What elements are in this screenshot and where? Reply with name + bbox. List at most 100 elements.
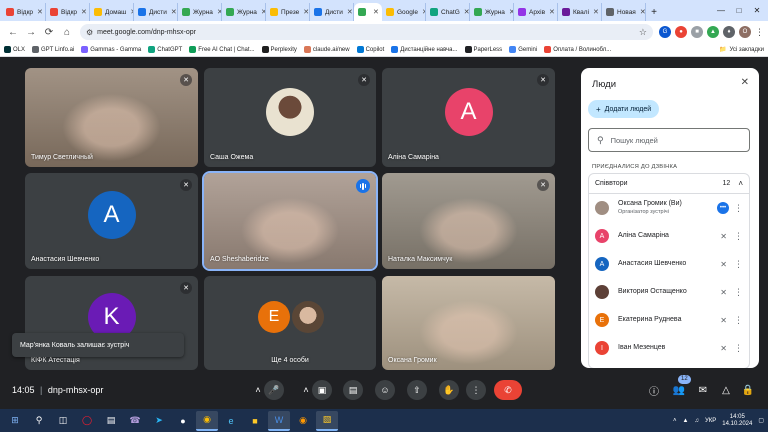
browser-tab[interactable]: Квалі ✕: [558, 3, 602, 21]
extension-icon[interactable]: ■: [691, 26, 703, 38]
language-indicator[interactable]: УКР: [705, 418, 716, 424]
more-options-button[interactable]: ⋮: [466, 380, 486, 400]
more-vert-icon[interactable]: ⋮: [734, 203, 743, 214]
host-controls-icon[interactable]: 🔒: [741, 383, 755, 397]
app-icon[interactable]: ●: [172, 411, 194, 431]
site-info-icon[interactable]: ⚙: [86, 28, 93, 37]
browser-tab[interactable]: Google✕: [382, 3, 426, 21]
bookmark-item[interactable]: GPT Linfo.ai: [32, 46, 74, 53]
notifications-icon[interactable]: ▢: [758, 417, 764, 424]
mic-off-icon[interactable]: ✕: [720, 288, 727, 297]
participant-tile[interactable]: Оксана Громик: [382, 276, 555, 370]
tray-arrow-icon[interactable]: ˄: [673, 418, 677, 424]
people-icon[interactable]: 👥: [672, 383, 686, 397]
browser-tab[interactable]: ChatG ✕: [426, 3, 470, 21]
close-icon[interactable]: ✕: [640, 8, 645, 16]
participant-tile[interactable]: E Ще 4 особи: [204, 276, 376, 370]
participants-group-header[interactable]: Співвтори 12 ˄: [589, 174, 749, 194]
raise-hand-button[interactable]: ✋: [439, 380, 459, 400]
notepad-icon[interactable]: ▤: [100, 411, 122, 431]
microphone-button[interactable]: 🎤: [264, 380, 284, 400]
close-icon[interactable]: ✕: [303, 8, 309, 16]
opera-icon[interactable]: ◯: [76, 411, 98, 431]
maximize-icon[interactable]: □: [730, 3, 748, 17]
people-search-input[interactable]: ⚲ Пошук людей: [588, 128, 750, 152]
browser-tab[interactable]: Дисти ✕: [310, 3, 354, 21]
participant-tile[interactable]: ✕ Наталка Максимчук: [382, 173, 555, 269]
file-explorer-icon[interactable]: ▧: [316, 410, 338, 431]
bookmark-item[interactable]: ChatGPT: [148, 46, 182, 53]
bookmark-item[interactable]: Gemini: [509, 46, 537, 53]
browser-tab[interactable]: Домаш✕: [90, 3, 134, 21]
close-icon[interactable]: ✕: [373, 8, 379, 16]
meeting-details-icon[interactable]: ⓘ: [647, 383, 661, 398]
participant-row[interactable]: Оксана Громик (Ви) Організатор зустрічі ••…: [589, 194, 749, 222]
close-icon[interactable]: ✕: [549, 8, 555, 16]
reactions-button[interactable]: ☺: [375, 380, 395, 400]
forward-arrow-icon[interactable]: →: [22, 23, 40, 41]
participant-tile[interactable]: ✕ Тимур Светличный: [25, 68, 198, 167]
participant-tile[interactable]: A ✕ Аліна Самаріна: [382, 68, 555, 167]
minimize-icon[interactable]: —: [712, 3, 730, 17]
more-vert-icon[interactable]: ⋮: [734, 343, 743, 354]
edge-icon[interactable]: e: [220, 411, 242, 431]
browser-tab[interactable]: Новая ✕: [602, 3, 646, 21]
word-icon[interactable]: W: [268, 410, 290, 431]
more-vert-icon[interactable]: ⋮: [734, 231, 743, 242]
browser-tab[interactable]: Дисти ✕: [134, 3, 178, 21]
add-people-button[interactable]: + Додати людей: [588, 100, 660, 118]
leave-call-button[interactable]: ✆: [494, 380, 522, 400]
profile-avatar[interactable]: O: [739, 26, 751, 38]
close-icon[interactable]: ✕: [171, 8, 177, 16]
more-vert-icon[interactable]: ⋮: [734, 287, 743, 298]
close-icon[interactable]: ✕: [464, 8, 469, 16]
network-icon[interactable]: ▲: [683, 418, 689, 424]
participant-row[interactable]: Виктория Остащенко ✕ ⋮: [589, 278, 749, 306]
more-vert-icon[interactable]: ⋮: [734, 315, 743, 326]
participant-row[interactable]: I Іван Мезенцев ✕ ⋮: [589, 334, 749, 362]
participant-tile[interactable]: A ✕ Анастасия Шевченко: [25, 173, 198, 269]
activities-icon[interactable]: △: [719, 383, 733, 397]
more-vert-icon[interactable]: ⋮: [734, 259, 743, 270]
camera-button[interactable]: ▣: [312, 380, 332, 400]
mic-off-icon[interactable]: ✕: [720, 232, 727, 241]
participant-tile[interactable]: ✕ Саша Ожема: [204, 68, 376, 167]
reload-icon[interactable]: ⟳: [40, 23, 58, 41]
bookmark-item[interactable]: Free AI Chat | Chat...: [189, 46, 255, 53]
close-icon[interactable]: ✕: [748, 3, 766, 17]
participant-row[interactable]: E Екатерина Руднева ✕ ⋮: [589, 306, 749, 334]
yandex-browser-icon[interactable]: ◉: [292, 411, 314, 431]
close-icon[interactable]: ✕: [593, 8, 599, 16]
browser-tab[interactable]: Журна✕: [178, 3, 222, 21]
chat-icon[interactable]: ✉: [696, 383, 710, 397]
browser-menu-icon[interactable]: ⋮: [755, 27, 764, 38]
browser-tab[interactable]: Відкр ✕: [2, 3, 46, 21]
task-view-icon[interactable]: ◫: [52, 411, 74, 431]
bookmark-star-icon[interactable]: ☆: [639, 27, 647, 38]
bookmark-item[interactable]: claude.ai/new: [303, 46, 350, 53]
all-bookmarks[interactable]: 📁 Усі закладки: [719, 46, 764, 54]
captions-button[interactable]: ▤: [343, 380, 363, 400]
browser-tab[interactable]: Журна✕: [470, 3, 514, 21]
explorer-icon[interactable]: ■: [244, 411, 266, 431]
mic-off-icon[interactable]: ✕: [720, 260, 727, 269]
chrome-icon[interactable]: ◉: [196, 410, 218, 431]
viber-icon[interactable]: ☎: [124, 411, 146, 431]
participant-tile[interactable]: AO Sheshaberidze: [202, 171, 378, 271]
browser-tab[interactable]: ✕: [354, 3, 382, 21]
mic-off-icon[interactable]: ✕: [720, 316, 727, 325]
participant-row[interactable]: A Аліна Самаріна ✕ ⋮: [589, 222, 749, 250]
extension-icon[interactable]: ▲: [707, 26, 719, 38]
present-screen-button[interactable]: ⇧: [407, 380, 427, 400]
extension-icon[interactable]: G: [659, 26, 671, 38]
close-icon[interactable]: ✕: [347, 8, 353, 16]
search-icon[interactable]: ⚲: [28, 411, 50, 431]
browser-tab[interactable]: Презе ✕: [266, 3, 310, 21]
back-arrow-icon[interactable]: ←: [4, 23, 22, 41]
telegram-icon[interactable]: ➤: [148, 411, 170, 431]
close-icon[interactable]: ✕: [81, 8, 87, 16]
browser-tab[interactable]: Журна✕: [222, 3, 266, 21]
bookmark-item[interactable]: Gammas - Gamma: [81, 46, 141, 53]
close-icon[interactable]: ✕: [37, 8, 43, 16]
participant-row[interactable]: A Анастасия Шевченко ✕ ⋮: [589, 250, 749, 278]
